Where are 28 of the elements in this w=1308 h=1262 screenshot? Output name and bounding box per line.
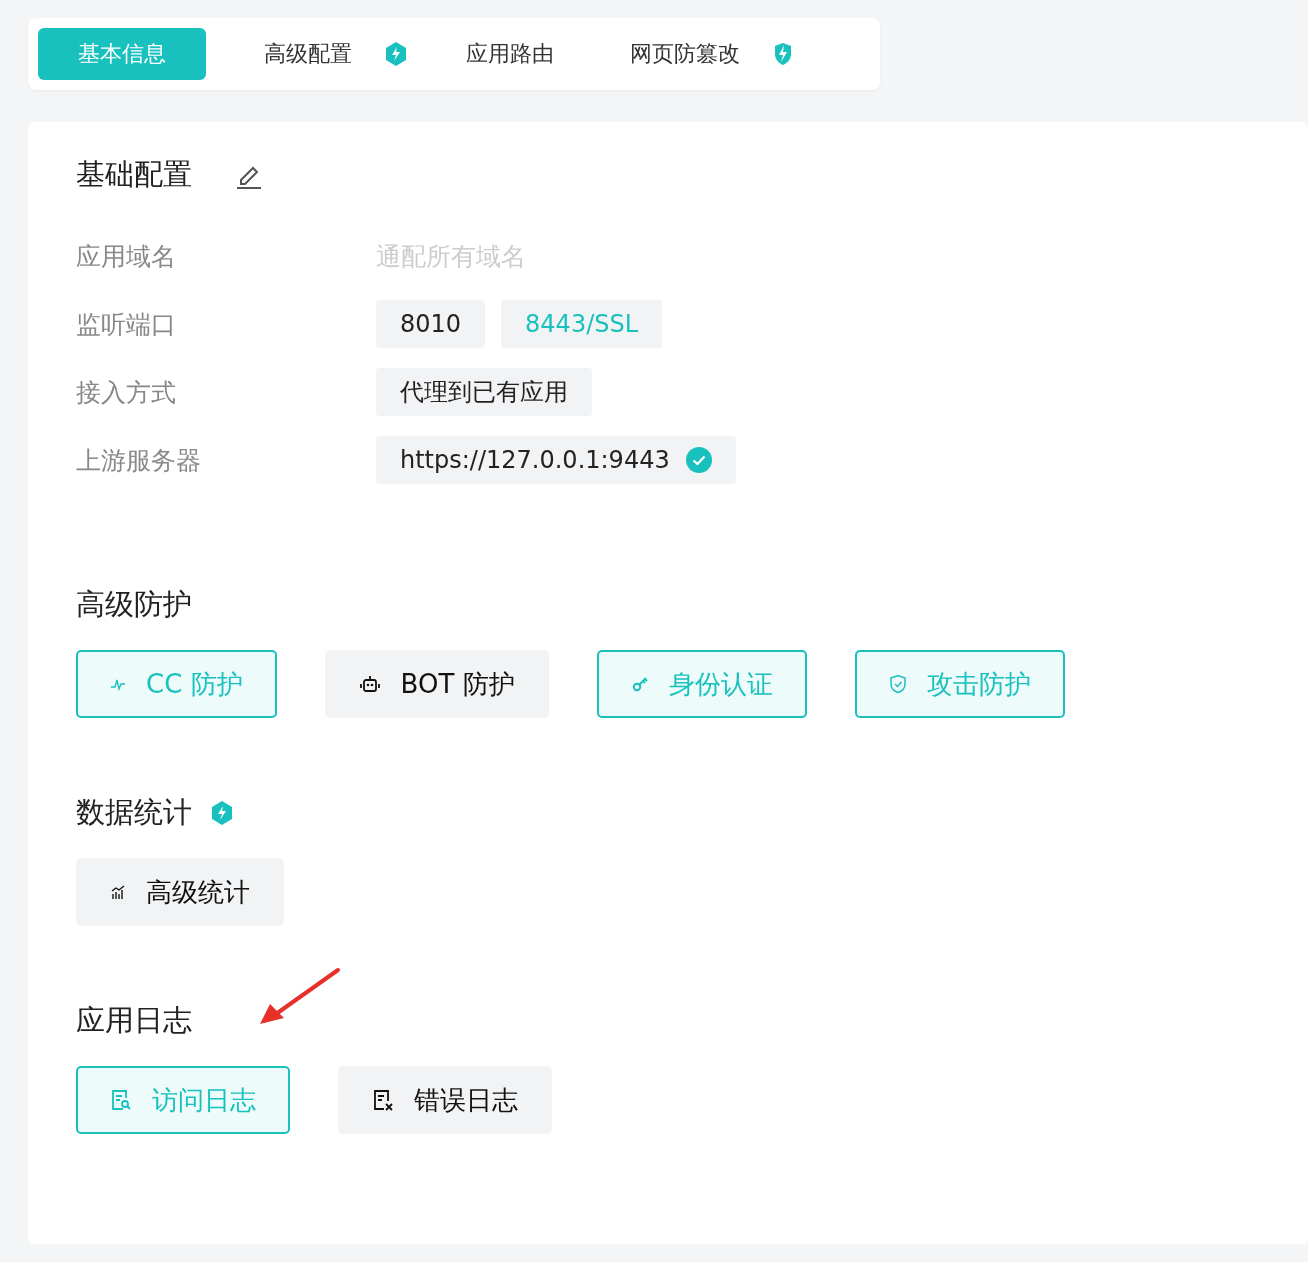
hexagon-bolt-icon (384, 41, 408, 67)
check-circle-icon (685, 447, 712, 473)
feature-button[interactable]: BOT 防护 (324, 650, 549, 718)
document-x-icon (372, 1088, 394, 1112)
chart-icon (110, 884, 126, 900)
section-title: 基础配置 (76, 156, 192, 193)
field-label: 接入方式 (76, 376, 177, 409)
hexagon-bolt-icon (210, 800, 234, 826)
value-tag: 8010 (376, 300, 486, 348)
value-tag: 8443/SSL (501, 300, 663, 348)
value-tag: 代理到已有应用 (376, 368, 592, 416)
section-title: 高级防护 (76, 586, 192, 623)
section-title: 应用日志 (76, 1002, 192, 1039)
field-label: 应用域名 (76, 240, 177, 273)
field-label: 上游服务器 (76, 444, 202, 477)
tab[interactable]: 网页防篡改 (612, 28, 758, 80)
feature-button[interactable]: 错误日志 (338, 1066, 552, 1134)
field-label: 监听端口 (76, 308, 177, 341)
robot-icon (358, 673, 381, 695)
shield-bolt-icon (772, 41, 794, 67)
tab[interactable]: 应用路由 (448, 28, 572, 80)
key-icon (630, 675, 649, 693)
document-search-icon (110, 1088, 132, 1112)
feature-button[interactable]: 高级统计 (76, 858, 284, 926)
section-title: 数据统计 (76, 794, 192, 831)
value-tag: https://127.0.0.1:9443 (376, 436, 736, 484)
shield-icon (888, 674, 907, 694)
tab[interactable]: 高级配置 (246, 28, 370, 80)
